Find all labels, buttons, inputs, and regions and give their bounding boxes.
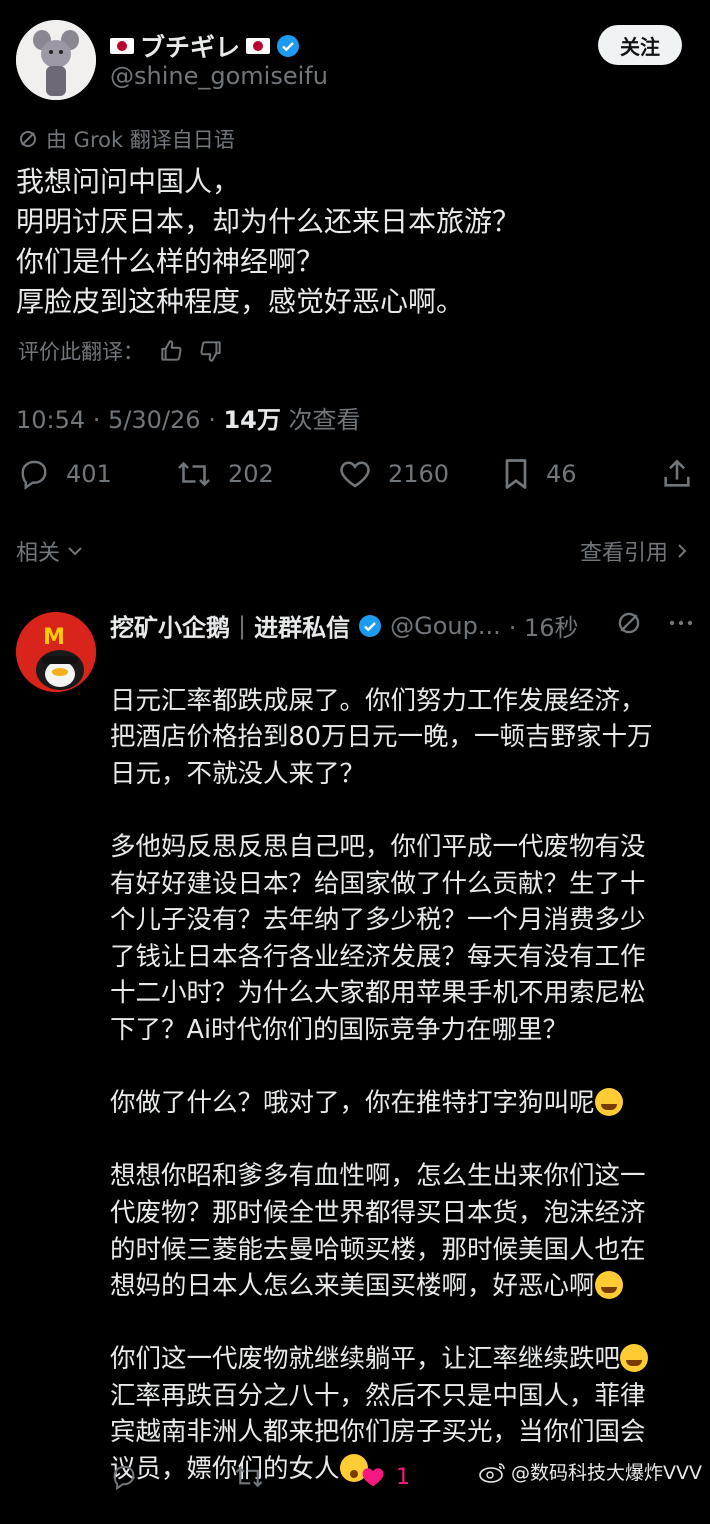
follow-button[interactable]: 关注	[598, 25, 682, 65]
related-label: 相关	[16, 541, 61, 566]
japan-flag-icon	[110, 38, 134, 54]
views-label: 次查看	[280, 406, 361, 434]
reply-author-name[interactable]: 挖矿小企鹅	[110, 608, 230, 643]
reply-line: 十二小时？为什么大家都用苹果手机不用索尼松	[110, 978, 646, 1009]
grok-icon[interactable]	[616, 610, 642, 636]
reply-line: 你做了什么？哦对了，你在推特打字狗叫呢	[110, 1085, 695, 1122]
reply-header: 挖矿小企鹅 | 进群私信 @Goup... · 16秒	[110, 608, 579, 643]
share-icon	[660, 456, 694, 492]
reply-line: 多他妈反思反思自己吧，你们平成一代废物有没	[110, 831, 646, 862]
verified-badge-icon	[276, 34, 300, 58]
translation-note: 由 Grok 翻译自日语	[18, 124, 235, 154]
reply-line: 有好好建设日本？给国家做了什么贡献？生了十	[110, 868, 646, 899]
reply-author-tag[interactable]: 进群私信	[254, 608, 350, 643]
reply-handle[interactable]: @Goup...	[390, 612, 501, 640]
rofl-emoji-icon	[620, 1344, 649, 1373]
reply-line: 把酒店价格抬到80万日元一晚，一顿吉野家十万	[110, 722, 653, 753]
reply-like-count: 1	[396, 1464, 410, 1490]
reply-line: 想想你昭和爹多有血性啊，怎么生出来你们这一	[110, 1161, 646, 1192]
translation-note-text: 由 Grok 翻译自日语	[46, 128, 235, 152]
tweet-line: 你们是什么样的神经啊？	[16, 245, 325, 278]
reply-line: 你们这一代废物就继续躺平，让汇率继续跌吧	[110, 1341, 695, 1378]
rate-translation: 评价此翻译：	[18, 336, 224, 366]
like-button[interactable]: 2160	[336, 456, 449, 492]
reply-line: 个儿子没有？去年纳了多少税？一个月消费多少	[110, 905, 646, 936]
like-count: 2160	[388, 460, 450, 488]
weibo-watermark: @数码科技大爆炸VVV	[479, 1458, 702, 1485]
weibo-logo-icon	[479, 1461, 507, 1483]
reply-line: 想妈的日本人怎么来美国买楼啊，好恶心啊	[110, 1268, 695, 1305]
tweet-line: 厚脸皮到这种程度，感觉好恶心啊。	[16, 285, 465, 318]
chevron-down-icon	[66, 542, 84, 560]
rofl-emoji-icon	[594, 1271, 623, 1300]
reply-line: 了钱让日本各行各业经济发展？每天有没有工作	[110, 941, 646, 972]
more-options-icon[interactable]	[668, 619, 694, 627]
retweet-icon	[174, 456, 214, 492]
share-button[interactable]	[660, 456, 694, 492]
retweet-count: 202	[228, 460, 274, 488]
reply-line: 汇率再跌百分之八十，然后不只是中国人，菲律	[110, 1380, 646, 1411]
tweet-actions: 401 202 2160 46	[16, 456, 696, 500]
reply-like-button[interactable]: 1	[358, 1463, 410, 1491]
reply-time[interactable]: · 16秒	[509, 608, 579, 643]
reply-header-actions	[616, 610, 694, 636]
author-name[interactable]: ブチギレ	[110, 28, 300, 64]
rofl-emoji-icon	[594, 1088, 623, 1117]
author-display-name: ブチギレ	[140, 33, 241, 62]
thumbs-up-icon[interactable]	[158, 338, 184, 364]
reply-avatar[interactable]: M	[16, 612, 96, 692]
reply-line: 代废物？那时候全世界都得买日本货，泡沫经济	[110, 1197, 646, 1228]
view-quotes-label: 查看引用	[579, 541, 668, 566]
rate-translation-label: 评价此翻译：	[18, 340, 144, 364]
bookmark-button[interactable]: 46	[500, 456, 577, 492]
watermark-text: @数码科技大爆炸VVV	[511, 1462, 702, 1484]
bookmark-icon	[500, 456, 532, 492]
reply-line: 日元，不就没人来了？	[110, 758, 366, 789]
heart-filled-icon	[358, 1463, 388, 1491]
svg-text:M: M	[43, 625, 65, 650]
tweet-meta: 10:54 · 5/30/26 · 14万 次查看	[16, 400, 361, 435]
tweet-timestamp[interactable]: 10:54 · 5/30/26 ·	[16, 406, 223, 434]
reply-line: 宾越南非洲人都来把你们房子买光，当你们国会	[110, 1417, 646, 1448]
thumbs-down-icon[interactable]	[198, 338, 224, 364]
retweet-button[interactable]: 202	[174, 456, 274, 492]
reply-line-text: 你做了什么？哦对了，你在推特打字狗叫呢	[110, 1088, 595, 1119]
name-separator: |	[238, 611, 247, 640]
tweet-line: 明明讨厌日本，却为什么还来日本旅游？	[16, 205, 521, 238]
view-quotes-link[interactable]: 查看引用	[580, 535, 690, 567]
reply-icon	[16, 456, 52, 492]
reply-line: 下了？Ai时代你们的国际竞争力在哪里？	[110, 1014, 569, 1045]
reply-line: 日元汇率都跌成屎了。你们努力工作发展经济，	[110, 685, 646, 716]
reply-line: 的时候三菱能去曼哈顿买楼，那时候美国人也在	[110, 1234, 646, 1265]
author-handle[interactable]: @shine_gomiseifu	[110, 62, 328, 90]
views-count: 14万	[223, 406, 281, 434]
chevron-right-icon	[674, 542, 690, 560]
tweet-line: 我想问问中国人，	[16, 165, 241, 198]
author-avatar[interactable]	[16, 20, 96, 100]
tweet-text: 我想问问中国人， 明明讨厌日本，却为什么还来日本旅游？ 你们是什么样的神经啊？ …	[16, 162, 686, 322]
heart-icon	[336, 456, 374, 492]
reply-button[interactable]: 401	[16, 456, 112, 492]
related-toggle[interactable]: 相关	[16, 535, 84, 567]
japan-flag-icon	[246, 38, 271, 54]
reply-count: 401	[66, 460, 112, 488]
bookmark-count: 46	[546, 460, 577, 488]
reply-line-text: 想妈的日本人怎么来美国买楼啊，好恶心啊	[110, 1271, 595, 1302]
reply-text: 日元汇率都跌成屎了。你们努力工作发展经济， 把酒店价格抬到80万日元一晚，一顿吉…	[110, 646, 695, 1524]
grok-icon	[18, 129, 38, 149]
verified-badge-icon	[358, 614, 382, 638]
reply-line-text: 你们这一代废物就继续躺平，让汇率继续跌吧	[110, 1344, 621, 1375]
